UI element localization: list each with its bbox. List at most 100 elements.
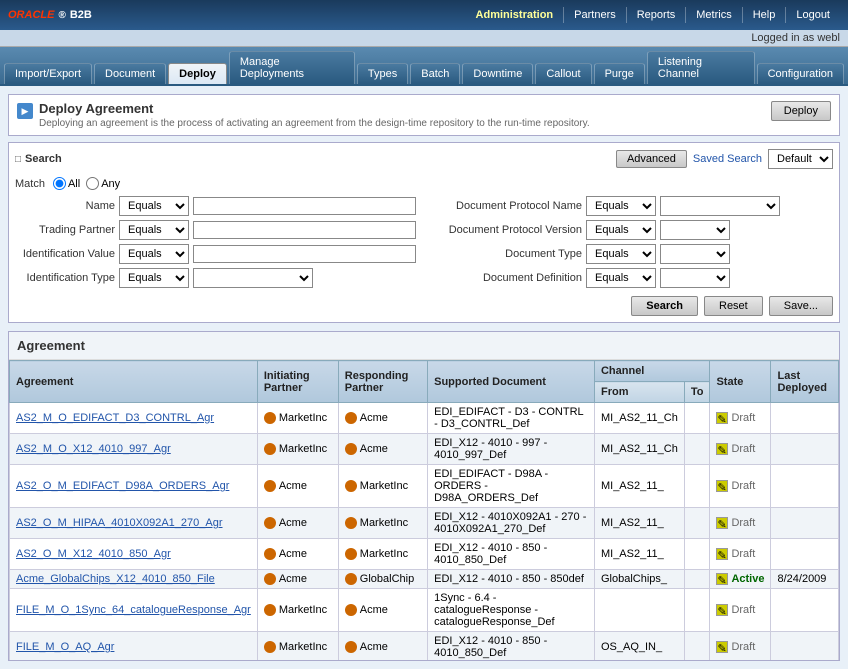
table-row: AS2_O_M_EDIFACT_D98A_ORDERS_Agr Acme Mar…	[10, 465, 839, 508]
edit-icon[interactable]: ✎	[716, 412, 728, 424]
name-op-select[interactable]: Equals	[119, 196, 189, 216]
cell-initiating-partner: Acme	[257, 465, 338, 508]
doc-protocol-name-value-select[interactable]	[660, 196, 780, 216]
name-row: Name Equals	[15, 196, 416, 216]
partner-icon	[264, 573, 276, 585]
saved-search-select[interactable]: Default	[768, 149, 833, 169]
tab-configuration[interactable]: Configuration	[757, 63, 844, 84]
deploy-button[interactable]: Deploy	[771, 101, 831, 121]
page-title-area: ▶ Deploy Agreement Deploying an agreemen…	[17, 101, 590, 129]
edit-icon[interactable]: ✎	[716, 573, 728, 585]
cell-last-deployed	[771, 508, 839, 539]
agreement-link[interactable]: AS2_M_O_X12_4010_997_Agr	[16, 443, 171, 455]
edit-icon[interactable]: ✎	[716, 517, 728, 529]
cell-agreement-name[interactable]: Acme_GlobalChips_X12_4010_850_File	[10, 570, 258, 589]
doc-protocol-version-value-select[interactable]	[660, 220, 730, 240]
doc-protocol-name-op-select[interactable]: Equals	[586, 196, 656, 216]
doc-definition-op-select[interactable]: Equals	[586, 268, 656, 288]
cell-supported-doc: EDI_X12 - 4010 - 850 - 4010_850_Def	[428, 632, 595, 661]
match-all-radio[interactable]	[53, 177, 66, 190]
match-all-label[interactable]: All	[53, 177, 80, 190]
tab-deploy[interactable]: Deploy	[168, 63, 227, 84]
nav-help[interactable]: Help	[742, 7, 786, 23]
initiating-partner-name: MarketInc	[279, 443, 327, 455]
nav-partners[interactable]: Partners	[563, 7, 626, 23]
th-state: State	[710, 361, 771, 403]
cell-state: ✎ Active	[710, 570, 771, 589]
cell-agreement-name[interactable]: AS2_M_O_EDIFACT_D3_CONTRL_Agr	[10, 403, 258, 434]
logo-b2b: B2B	[70, 9, 92, 21]
table-header-row: Agreement Initiating Partner Responding …	[10, 361, 839, 382]
tab-types[interactable]: Types	[357, 63, 408, 84]
nav-reports[interactable]: Reports	[626, 7, 686, 23]
agreement-link[interactable]: AS2_M_O_EDIFACT_D3_CONTRL_Agr	[16, 412, 214, 424]
logged-in-bar: Logged in as webl	[0, 30, 848, 47]
initiating-partner-name: Acme	[279, 548, 307, 560]
identification-value-input[interactable]	[193, 245, 416, 263]
trading-partner-input[interactable]	[193, 221, 416, 239]
doc-definition-value-select[interactable]	[660, 268, 730, 288]
partner-icon	[264, 641, 276, 653]
edit-icon[interactable]: ✎	[716, 641, 728, 653]
match-all-text: All	[68, 178, 80, 190]
table-row: AS2_O_M_X12_4010_850_Agr Acme MarketInc …	[10, 539, 839, 570]
partner-icon	[264, 517, 276, 529]
agreement-link[interactable]: FILE_M_O_1Sync_64_catalogueResponse_Agr	[16, 604, 251, 616]
nav-administration[interactable]: Administration	[466, 7, 564, 23]
cell-last-deployed	[771, 403, 839, 434]
agreement-link[interactable]: FILE_M_O_AQ_Agr	[16, 641, 114, 653]
tab-document[interactable]: Document	[94, 63, 166, 84]
agreement-link[interactable]: Acme_GlobalChips_X12_4010_850_File	[16, 573, 215, 585]
tab-import-export[interactable]: Import/Export	[4, 63, 92, 84]
partner-icon	[345, 443, 357, 455]
trading-partner-op-select[interactable]: Equals	[119, 220, 189, 240]
cell-channel-from: MI_AS2_11_Ch	[594, 434, 684, 465]
save-button[interactable]: Save...	[769, 296, 833, 316]
tab-downtime[interactable]: Downtime	[462, 63, 533, 84]
cell-channel-from: OS_AQ_IN_	[594, 632, 684, 661]
cell-initiating-partner: MarketInc	[257, 434, 338, 465]
cell-agreement-name[interactable]: FILE_M_O_1Sync_64_catalogueResponse_Agr	[10, 589, 258, 632]
edit-icon[interactable]: ✎	[716, 480, 728, 492]
cell-state: ✎ Draft	[710, 508, 771, 539]
cell-agreement-name[interactable]: AS2_M_O_X12_4010_997_Agr	[10, 434, 258, 465]
match-any-label[interactable]: Any	[86, 177, 120, 190]
collapse-icon[interactable]: □	[15, 154, 21, 165]
name-input[interactable]	[193, 197, 416, 215]
reset-button[interactable]: Reset	[704, 296, 763, 316]
doc-type-op-select[interactable]: Equals	[586, 244, 656, 264]
doc-protocol-version-op-select[interactable]: Equals	[586, 220, 656, 240]
responding-partner-name: MarketInc	[360, 480, 408, 492]
tab-batch[interactable]: Batch	[410, 63, 460, 84]
identification-value-row: Identification Value Equals	[15, 244, 416, 264]
nav-logout[interactable]: Logout	[785, 7, 840, 23]
cell-agreement-name[interactable]: AS2_O_M_X12_4010_850_Agr	[10, 539, 258, 570]
identification-type-value-select[interactable]	[193, 268, 313, 288]
doc-definition-label: Document Definition	[432, 272, 582, 284]
agreement-link[interactable]: AS2_O_M_EDIFACT_D98A_ORDERS_Agr	[16, 480, 229, 492]
identification-value-op-select[interactable]: Equals	[119, 244, 189, 264]
th-channel-from: From	[594, 382, 684, 403]
agreement-table-container[interactable]: Agreement Initiating Partner Responding …	[9, 360, 839, 660]
tab-manage-deployments[interactable]: Manage Deployments	[229, 51, 355, 84]
cell-agreement-name[interactable]: AS2_O_M_HIPAA_4010X092A1_270_Agr	[10, 508, 258, 539]
match-any-radio[interactable]	[86, 177, 99, 190]
tab-purge[interactable]: Purge	[594, 63, 645, 84]
agreement-link[interactable]: AS2_O_M_X12_4010_850_Agr	[16, 548, 171, 560]
advanced-button[interactable]: Advanced	[616, 150, 687, 168]
edit-icon[interactable]: ✎	[716, 548, 728, 560]
tab-listening-channel[interactable]: Listening Channel	[647, 51, 755, 84]
tab-callout[interactable]: Callout	[535, 63, 591, 84]
agreement-link[interactable]: AS2_O_M_HIPAA_4010X092A1_270_Agr	[16, 517, 223, 529]
name-label: Name	[15, 200, 115, 212]
nav-metrics[interactable]: Metrics	[685, 7, 741, 23]
cell-agreement-name[interactable]: AS2_O_M_EDIFACT_D98A_ORDERS_Agr	[10, 465, 258, 508]
cell-agreement-name[interactable]: FILE_M_O_AQ_Agr	[10, 632, 258, 661]
identification-type-op-select[interactable]: Equals	[119, 268, 189, 288]
doc-type-value-select[interactable]	[660, 244, 730, 264]
edit-icon[interactable]: ✎	[716, 443, 728, 455]
search-button[interactable]: Search	[631, 296, 698, 316]
edit-icon[interactable]: ✎	[716, 604, 728, 616]
cell-channel-from: MI_AS2_11_	[594, 539, 684, 570]
state-value: Draft	[731, 641, 755, 653]
